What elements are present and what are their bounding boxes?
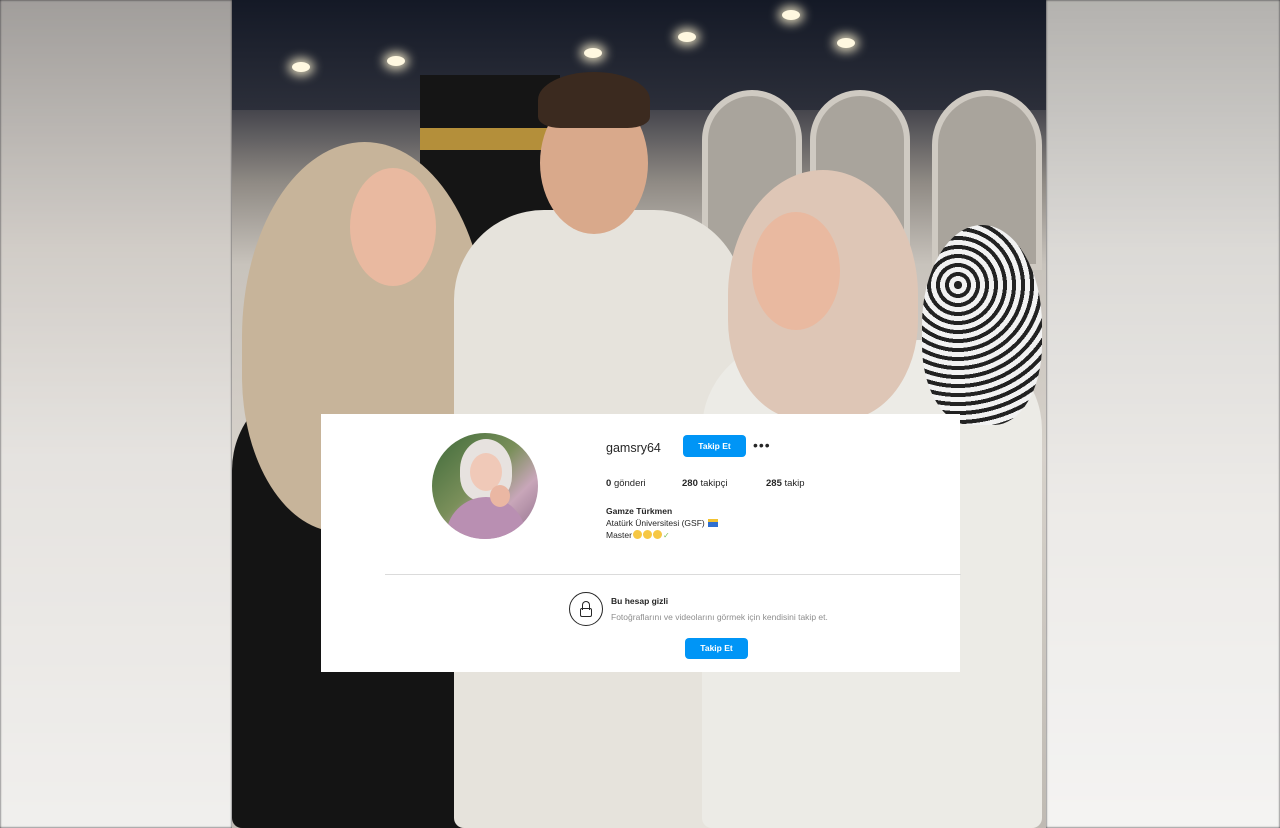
background-photo-right-blur [1046, 0, 1280, 828]
following-count: 285 [766, 478, 782, 489]
profile-full-name: Gamze Türkmen [606, 506, 673, 516]
profile-bio-line2: Master ✓ [606, 530, 670, 540]
emoji-icon [642, 530, 652, 539]
screenshot-stage: gamsry64 Takip Et ••• 0 gönderi 280 taki… [0, 0, 1280, 828]
flag-icon [707, 519, 718, 527]
lamp-light [584, 48, 602, 58]
person-background-patterned-scarf [922, 225, 1042, 425]
private-account-title: Bu hesap gizli [611, 596, 669, 606]
following-label: takip [784, 478, 805, 489]
emoji-icon [632, 530, 642, 539]
avatar-body [446, 497, 526, 539]
more-options-icon[interactable]: ••• [753, 437, 771, 453]
profile-bio-line1: Atatürk Üniversitesi (GSF) [606, 518, 718, 528]
lamp-light [387, 56, 405, 66]
emoji-icon [652, 530, 662, 539]
lamp-light [292, 62, 310, 72]
followers-count: 280 [682, 478, 698, 489]
lock-icon [569, 592, 603, 626]
posts-label: gönderi [613, 478, 646, 489]
stat-posts: 0 gönderi [606, 478, 646, 489]
avatar-hand [490, 485, 510, 507]
lamp-light [782, 10, 800, 20]
posts-count: 0 [606, 478, 612, 489]
stat-following[interactable]: 285 takip [766, 478, 805, 489]
followers-label: takipçi [700, 478, 728, 489]
person-middle-hair [538, 72, 650, 128]
bio-master: Master [606, 530, 632, 540]
stat-followers[interactable]: 280 takipçi [682, 478, 727, 489]
kaaba-gold-band [420, 128, 560, 150]
section-divider [385, 574, 961, 575]
instagram-profile-card: gamsry64 Takip Et ••• 0 gönderi 280 taki… [321, 414, 961, 672]
follow-button-bottom[interactable]: Takip Et [685, 638, 748, 659]
bio-university: Atatürk Üniversitesi (GSF) [606, 518, 705, 528]
person-right-face [752, 212, 840, 330]
lamp-light [837, 38, 855, 48]
person-left-face [350, 168, 436, 286]
lamp-light [678, 32, 696, 42]
background-photo-left-blur [0, 0, 232, 828]
profile-username: gamsry64 [606, 441, 661, 455]
follow-button[interactable]: Takip Et [683, 435, 746, 457]
private-account-description: Fotoğraflarını ve videolarını görmek içi… [611, 612, 828, 622]
check-icon: ✓ [662, 531, 670, 540]
profile-avatar[interactable] [432, 433, 538, 539]
